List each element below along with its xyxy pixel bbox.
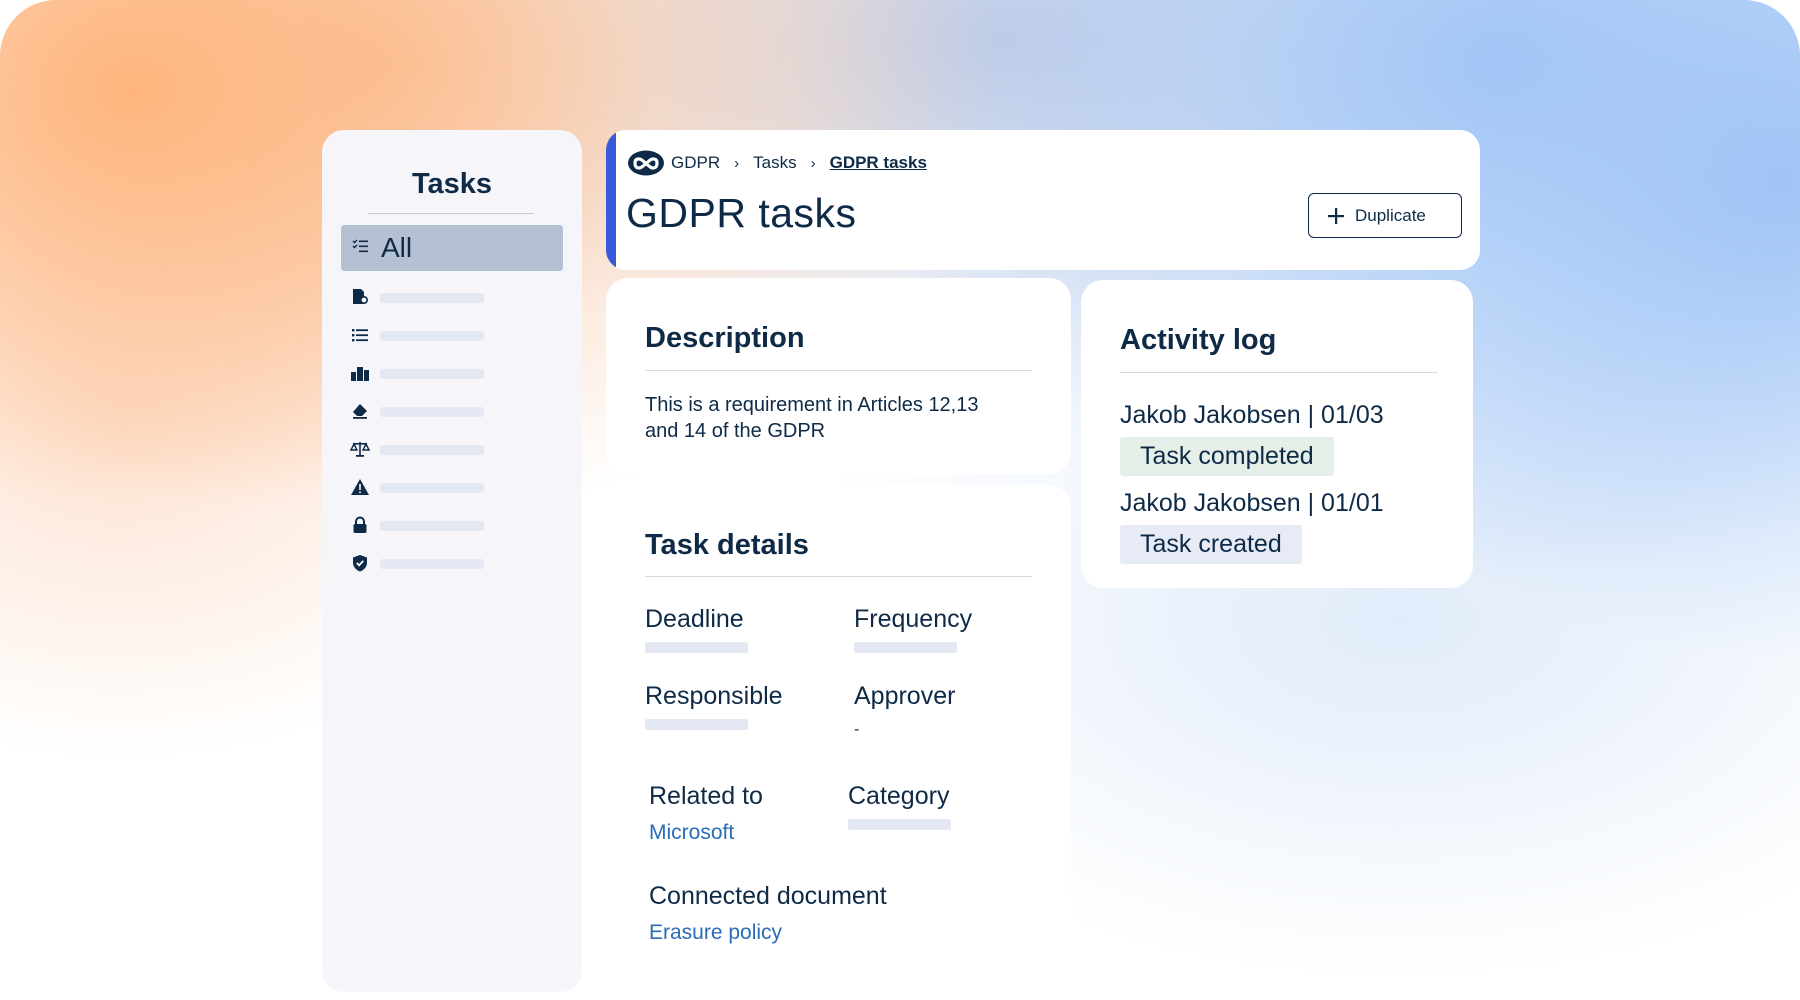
- connected-document-link[interactable]: Erasure policy: [649, 921, 782, 945]
- category-label: Category: [848, 782, 950, 810]
- description-card: Description This is a requirement in Art…: [606, 278, 1071, 474]
- frequency-label: Frequency: [854, 605, 973, 633]
- sidebar-item-placeholder: [380, 521, 484, 531]
- breadcrumb-current[interactable]: GDPR tasks: [830, 153, 927, 173]
- deadline-label: Deadline: [645, 605, 744, 633]
- sidebar-title: Tasks: [411, 168, 493, 200]
- sidebar-item-placeholder: [380, 369, 484, 379]
- sidebar-item-placeholder: [380, 483, 484, 493]
- duplicate-button[interactable]: Duplicate: [1308, 193, 1462, 238]
- divider: [645, 370, 1032, 371]
- related-to-label: Related to: [649, 782, 763, 810]
- deadline-value-placeholder: [645, 642, 748, 653]
- page-title: GDPR tasks: [626, 190, 857, 236]
- sidebar-item-organizations[interactable]: [350, 361, 550, 385]
- breadcrumb: GDPR › Tasks › GDPR tasks: [626, 148, 927, 178]
- company-logo-icon: [628, 150, 664, 176]
- activity-entry-author: Jakob Jakobsen | 01/01: [1120, 489, 1384, 517]
- breadcrumb-tasks[interactable]: Tasks: [753, 153, 796, 173]
- activity-log-card: Activity log Jakob Jakobsen | 01/03 Task…: [1081, 280, 1473, 588]
- sidebar-item-placeholder: [380, 407, 484, 417]
- header-accent-bar: [606, 130, 616, 270]
- divider: [1120, 372, 1438, 373]
- description-text: This is a requirement in Articles 12,13 …: [645, 394, 979, 442]
- status-badge: Task created: [1120, 525, 1302, 564]
- sidebar-item-legal[interactable]: [350, 437, 550, 461]
- chevron-right-icon: ›: [734, 154, 740, 172]
- divider: [645, 576, 1032, 577]
- sidebar-item-all[interactable]: All: [341, 225, 563, 271]
- page-header: GDPR › Tasks › GDPR tasks GDPR tasks Dup…: [606, 130, 1480, 270]
- sidebar-item-erasure[interactable]: [350, 399, 550, 423]
- sidebar-item-protection[interactable]: [350, 551, 550, 575]
- sidebar-item-placeholder: [380, 445, 484, 455]
- responsible-label: Responsible: [645, 682, 783, 710]
- sidebar-item-placeholder: [380, 293, 484, 303]
- shield-icon: [353, 555, 367, 572]
- scales-icon: [350, 442, 370, 457]
- tasks-sidebar: Tasks All: [322, 130, 582, 992]
- lock-icon: [353, 516, 367, 533]
- warning-icon: [351, 479, 369, 495]
- activity-log-title: Activity log: [1120, 324, 1277, 356]
- responsible-value-placeholder: [645, 719, 748, 730]
- chevron-right-icon: ›: [810, 154, 816, 172]
- connected-document-label: Connected document: [649, 882, 887, 910]
- task-details-card: Task details Deadline Frequency Responsi…: [606, 485, 1071, 1000]
- sidebar-item-placeholder: [380, 559, 484, 569]
- task-details-title: Task details: [645, 529, 809, 561]
- checklist-icon: [352, 239, 368, 253]
- divider: [368, 213, 534, 214]
- eraser-icon: [353, 404, 367, 419]
- status-badge: Task completed: [1120, 437, 1334, 476]
- activity-entry-author: Jakob Jakobsen | 01/03: [1120, 401, 1384, 429]
- plus-icon: [1328, 207, 1344, 224]
- frequency-value-placeholder: [854, 642, 957, 653]
- breadcrumb-gdpr[interactable]: GDPR: [671, 153, 720, 173]
- sidebar-item-documents[interactable]: [350, 285, 550, 309]
- sidebar-item-list[interactable]: [350, 323, 550, 347]
- list-icon: [352, 329, 368, 342]
- sidebar-item-placeholder: [380, 331, 484, 341]
- approver-label: Approver: [854, 682, 956, 710]
- building-icon: [351, 367, 369, 381]
- sidebar-item-security[interactable]: [350, 513, 550, 537]
- description-title: Description: [645, 322, 805, 354]
- category-value-placeholder: [848, 819, 951, 830]
- related-to-link[interactable]: Microsoft: [649, 821, 734, 845]
- sidebar-item-label: All: [381, 232, 413, 263]
- duplicate-button-label: Duplicate: [1355, 205, 1426, 225]
- approver-value: -: [854, 721, 860, 738]
- document-settings-icon: [353, 289, 369, 305]
- sidebar-item-risks[interactable]: [350, 475, 550, 499]
